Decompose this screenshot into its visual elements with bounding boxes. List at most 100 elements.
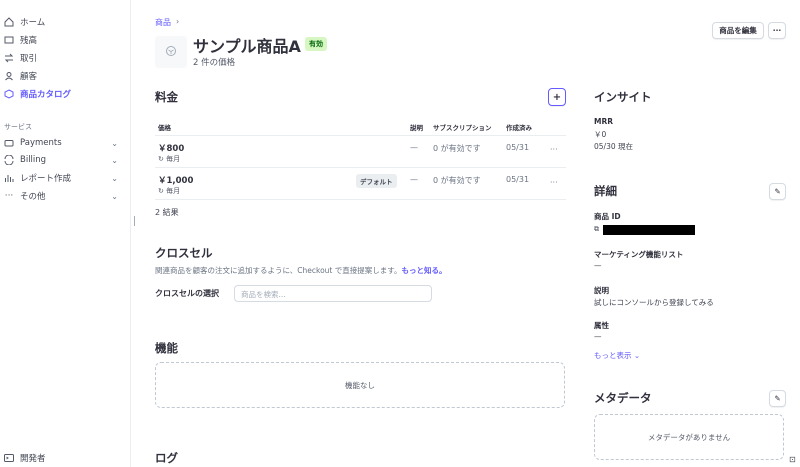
customers-icon	[4, 71, 14, 81]
clipboard-icon[interactable]: ⧉	[594, 225, 599, 234]
sidebar-item-more[interactable]: ··· その他 ⌄	[4, 188, 128, 204]
attributes-value: —	[594, 332, 602, 341]
transactions-icon	[4, 53, 14, 63]
edit-metadata-button[interactable]: ✎	[769, 390, 786, 407]
recurring-icon: ↻	[158, 155, 167, 163]
row-divider	[155, 135, 566, 136]
sidebar-item-payments[interactable]: Payments ⌄	[4, 135, 128, 151]
resize-handle[interactable]	[134, 216, 135, 226]
recurring-icon: ↻	[158, 187, 167, 195]
interval-label: 毎月	[166, 155, 181, 163]
features-section-title: 機能	[155, 341, 178, 355]
chevron-down-icon: ⌄	[111, 138, 118, 148]
collapse-panel-icon[interactable]: ⊡	[789, 455, 796, 464]
metadata-empty-state: メタデータがありません	[594, 414, 784, 460]
sidebar-item-label: 取引	[20, 54, 38, 64]
crosssell-section-title: クロスセル	[155, 246, 213, 260]
description-value: 試しにコンソールから登録してみる	[594, 298, 714, 307]
details-section-title: 詳細	[594, 184, 617, 198]
table-row-interval: ↻ 毎月	[158, 186, 180, 196]
table-row-created: 05/31	[506, 143, 530, 152]
learn-more-link[interactable]: もっと知る。	[402, 266, 447, 275]
chevron-down-icon: ⌄	[111, 173, 118, 183]
billing-icon	[4, 155, 14, 165]
column-header-price: 価格	[158, 124, 171, 132]
sidebar: ホーム 残高 取引 顧客 商品カタログ サービス Payments ⌄ Bill…	[0, 0, 131, 467]
sidebar-item-label: その他	[20, 192, 46, 202]
metadata-empty-text: メタデータがありません	[647, 432, 731, 442]
more-actions-button[interactable]: ···	[768, 22, 786, 39]
breadcrumb-link[interactable]: 商品	[155, 17, 171, 28]
table-row-subscriptions: 0 が有効です	[433, 176, 481, 185]
pencil-icon: ✎	[774, 394, 781, 403]
sidebar-item-label: 残高	[20, 36, 38, 46]
breadcrumb-separator: ›	[176, 17, 180, 26]
sidebar-item-reports[interactable]: レポート作成 ⌄	[4, 170, 128, 186]
features-empty-state: 機能なし	[155, 362, 565, 408]
sidebar-item-label: レポート作成	[20, 174, 72, 184]
status-badge: 有効	[305, 37, 327, 51]
balance-icon	[4, 35, 14, 45]
product-thumbnail	[155, 36, 187, 68]
sidebar-item-label: Billing	[20, 155, 47, 165]
sidebar-item-home[interactable]: ホーム	[4, 14, 128, 30]
crosssell-description: 関連商品を顧客の注文に追加するように、Checkout で直接提案します。もっと…	[155, 265, 447, 276]
product-id-label: 商品 ID	[594, 212, 621, 221]
row-divider	[155, 167, 566, 168]
sidebar-item-label: Payments	[20, 138, 62, 148]
sidebar-item-label: 顧客	[20, 72, 38, 82]
report-icon	[4, 173, 14, 183]
table-row-interval: ↻ 毎月	[158, 154, 180, 164]
table-row-price[interactable]: ￥1,000	[158, 174, 193, 186]
add-price-button[interactable]: +	[548, 88, 566, 106]
description-label: 説明	[594, 286, 609, 295]
home-icon	[4, 17, 14, 27]
mrr-value: ￥0	[594, 130, 607, 139]
page-subtitle: 2 件の価格	[193, 58, 236, 68]
edit-product-button[interactable]: 商品を編集	[712, 22, 764, 39]
chevron-down-icon: ⌄	[631, 351, 641, 360]
package-icon	[165, 45, 177, 60]
features-empty-text: 機能なし	[345, 380, 375, 390]
sidebar-item-label: ホーム	[20, 18, 46, 28]
sidebar-item-transactions[interactable]: 取引	[4, 50, 128, 66]
row-more-button[interactable]: ···	[550, 178, 558, 187]
show-more-link[interactable]: もっと表示 ⌄	[594, 350, 640, 361]
sidebar-section-label: サービス	[4, 123, 32, 131]
product-search-input[interactable]: 商品を検索...	[234, 285, 432, 302]
payments-icon	[4, 138, 14, 148]
more-icon: ···	[4, 191, 14, 201]
product-id-value-redacted	[603, 225, 695, 235]
pricing-section-title: 料金	[155, 90, 178, 104]
sidebar-item-balance[interactable]: 残高	[4, 32, 128, 48]
table-row-description: —	[410, 175, 418, 184]
sidebar-item-billing[interactable]: Billing ⌄	[4, 152, 128, 168]
marketing-features-value: —	[594, 261, 602, 270]
show-more-label: もっと表示	[594, 351, 632, 360]
marketing-features-label: マーケティング機能リスト	[594, 250, 684, 259]
table-row-price[interactable]: ￥800	[158, 142, 184, 154]
log-section-title: ログ	[155, 451, 178, 465]
sidebar-item-developer[interactable]: 開発者	[4, 450, 128, 466]
table-row-created: 05/31	[506, 175, 530, 184]
row-more-button[interactable]: ···	[550, 145, 558, 154]
interval-label: 毎月	[166, 187, 181, 195]
sidebar-item-catalog[interactable]: 商品カタログ	[4, 86, 128, 102]
crosssell-description-text: 関連商品を顧客の注文に追加するように、Checkout で直接提案します。	[155, 266, 402, 275]
catalog-icon	[4, 89, 14, 99]
column-header-description: 説明	[410, 124, 423, 132]
mrr-label: MRR	[594, 117, 614, 126]
edit-details-button[interactable]: ✎	[769, 183, 786, 200]
result-count: 2 結果	[155, 208, 179, 217]
insights-section-title: インサイト	[594, 90, 652, 104]
sidebar-item-label: 商品カタログ	[20, 90, 72, 100]
column-header-subscriptions: サブスクリプション	[433, 124, 492, 132]
page-title: サンプル商品A	[193, 37, 301, 56]
mrr-date: 05/30 現在	[594, 142, 633, 151]
crosssell-select-label: クロスセルの選択	[155, 289, 219, 298]
row-divider	[155, 199, 566, 200]
breadcrumb: 商品 ›	[155, 17, 179, 28]
default-badge: デフォルト	[356, 174, 397, 188]
chevron-down-icon: ⌄	[111, 155, 118, 165]
sidebar-item-customers[interactable]: 顧客	[4, 68, 128, 84]
